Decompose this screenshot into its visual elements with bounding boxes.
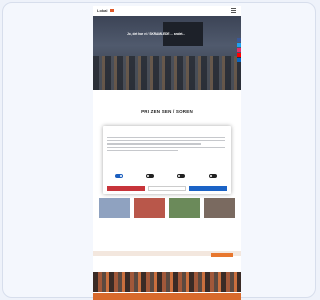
consent-option-necessary — [109, 162, 129, 183]
site-header: Lokal — [93, 6, 241, 16]
allow-selection-button[interactable] — [148, 186, 186, 191]
news-card[interactable] — [169, 198, 200, 220]
section-title: PRI ZEN SEN / SOREN — [141, 109, 193, 114]
consent-text — [107, 137, 225, 153]
marketing-toggle[interactable] — [209, 174, 217, 178]
twitter-icon[interactable] — [237, 43, 241, 47]
consent-option-statistics — [171, 162, 191, 183]
consent-option-marketing — [203, 162, 223, 183]
preferences-toggle[interactable] — [146, 174, 154, 178]
news-cards — [99, 198, 235, 222]
cookie-consent-dialog — [103, 126, 231, 194]
news-card[interactable] — [134, 198, 165, 220]
news-thumbnail[interactable] — [204, 198, 235, 218]
promo-button[interactable] — [211, 253, 233, 257]
webpage-preview: Lokal Jo, det har vi / SKRAMLEDE ... and… — [93, 6, 241, 300]
news-thumbnail[interactable] — [99, 198, 130, 218]
consent-option-preferences — [140, 162, 160, 183]
instagram-icon[interactable] — [237, 48, 241, 52]
allow-all-button[interactable] — [189, 186, 227, 191]
news-thumbnail[interactable] — [169, 198, 200, 218]
necessary-toggle[interactable] — [115, 174, 123, 178]
event-image — [93, 272, 241, 292]
hero-banner: Jo, det har vi / SKRAMLEDE ... andet... — [93, 16, 241, 90]
news-thumbnail[interactable] — [134, 198, 165, 218]
site-logo[interactable]: Lokal — [97, 8, 107, 13]
linkedin-icon[interactable] — [237, 58, 241, 62]
social-share-bar — [237, 38, 241, 63]
hamburger-menu-icon[interactable] — [231, 8, 236, 13]
statistics-toggle[interactable] — [177, 174, 185, 178]
deny-button[interactable] — [107, 186, 145, 191]
audience-image — [93, 56, 241, 90]
logo-mark — [110, 9, 114, 12]
news-card[interactable] — [99, 198, 130, 220]
news-card[interactable] — [204, 198, 235, 220]
hero-headline: Jo, det har vi / SKRAMLEDE ... andet... — [127, 32, 186, 36]
facebook-icon[interactable] — [237, 38, 241, 42]
footer-band — [93, 293, 241, 300]
youtube-icon[interactable] — [237, 53, 241, 57]
